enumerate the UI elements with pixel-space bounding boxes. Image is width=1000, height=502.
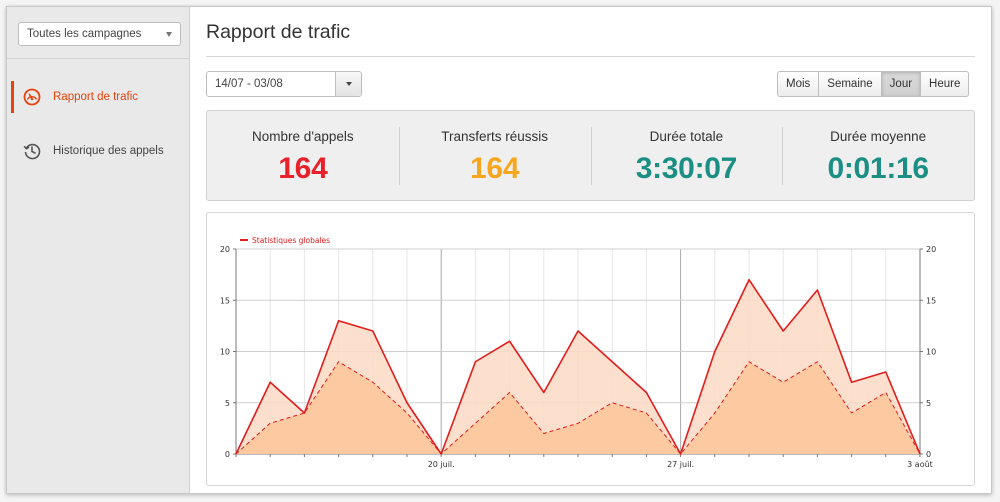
stat-label: Durée totale — [649, 129, 724, 144]
main-content: Rapport de trafic 14/07 - 03/08 Mois Sem… — [190, 7, 991, 493]
x-tick-label: 20 juil. — [428, 460, 455, 469]
stat-value: 3:30:07 — [635, 152, 738, 185]
stats-panel: Nombre d'appels 164 Transferts réussis 1… — [206, 110, 975, 201]
sidebar-item-label: Rapport de trafic — [53, 91, 139, 103]
legend-label: Statistiques globales — [252, 236, 330, 245]
y-tick-label-left: 5 — [225, 399, 230, 408]
y-tick-label-left: 0 — [225, 450, 230, 459]
x-tick-label: 3 août — [907, 460, 933, 469]
stat-value: 164 — [470, 152, 520, 185]
sidebar-divider — [7, 58, 189, 59]
stat-calls: Nombre d'appels 164 — [207, 111, 399, 200]
sidebar-item-traffic-report[interactable]: Rapport de trafic — [7, 81, 189, 113]
stat-total-duration: Durée totale 3:30:07 — [590, 111, 783, 200]
stat-label: Durée moyenne — [830, 129, 927, 144]
traffic-chart-card: 0 0 5 5 10 10 15 15 20 20 20 juil. 27 juil. 3 août St… — [206, 212, 975, 486]
y-tick-label-right: 15 — [926, 296, 936, 305]
stat-transfers: Transferts réussis 164 — [398, 111, 591, 200]
title-divider — [206, 56, 975, 57]
period-button-hour[interactable]: Heure — [921, 72, 969, 96]
y-tick-label-left: 20 — [220, 245, 230, 254]
period-button-day[interactable]: Jour — [881, 72, 922, 96]
period-selector: Mois Semaine Jour Heure — [777, 71, 970, 97]
y-tick-label-right: 20 — [926, 245, 936, 254]
stat-label: Nombre d'appels — [252, 129, 354, 144]
period-button-month[interactable]: Mois — [778, 72, 820, 96]
stat-value: 164 — [278, 152, 328, 185]
y-tick-label-right: 10 — [926, 348, 936, 357]
gauge-icon — [23, 88, 41, 106]
date-range-picker[interactable]: 14/07 - 03/08 — [206, 71, 362, 97]
y-tick-label-right: 5 — [926, 399, 931, 408]
campaign-select[interactable]: Toutes les campagnes — [18, 22, 181, 46]
stat-average-duration: Durée moyenne 0:01:16 — [782, 111, 974, 200]
date-range-dropdown-button[interactable] — [335, 72, 361, 96]
stat-value: 0:01:16 — [827, 152, 929, 185]
y-tick-label-right: 0 — [926, 450, 931, 459]
stat-label: Transferts réussis — [441, 129, 549, 144]
sidebar-item-call-history[interactable]: Historique des appels — [7, 135, 189, 167]
y-tick-label-left: 15 — [220, 296, 230, 305]
traffic-chart: 0 0 5 5 10 10 15 15 20 20 20 juil. 27 juil. 3 août St… — [220, 236, 936, 469]
period-button-week[interactable]: Semaine — [819, 72, 882, 96]
page-title: Rapport de trafic — [206, 21, 351, 43]
sidebar: Toutes les campagnes Rapport de trafic H… — [7, 7, 190, 493]
y-tick-label-left: 10 — [220, 348, 230, 357]
campaign-select-value: Toutes les campagnes — [27, 28, 142, 40]
date-range-value: 14/07 - 03/08 — [215, 78, 283, 90]
chevron-down-icon — [166, 32, 172, 37]
history-icon — [23, 143, 41, 160]
caret-down-icon — [345, 82, 352, 86]
app-window: Toutes les campagnes Rapport de trafic H… — [6, 6, 992, 494]
x-tick-label: 27 juil. — [667, 460, 694, 469]
sidebar-item-label: Historique des appels — [53, 145, 164, 157]
